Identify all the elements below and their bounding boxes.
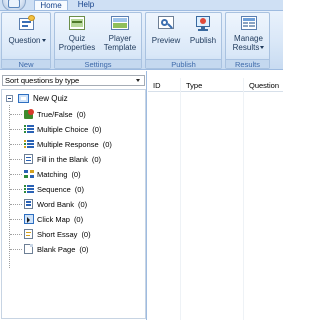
publish-button-label: Publish	[189, 36, 217, 45]
sort-questions-select[interactable]: Sort questions by type	[2, 75, 145, 86]
manage-results-button[interactable]: Manage Results	[227, 15, 270, 52]
word-bank-icon	[24, 199, 34, 209]
tree-item-count: (0)	[76, 110, 86, 119]
ribbon-group-results: Manage Results Results	[225, 12, 270, 69]
app-menu-icon	[8, 0, 20, 8]
question-button[interactable]: Question	[3, 15, 51, 45]
quiz-properties-label-line2: Properties	[58, 43, 96, 52]
quiz-properties-label-line1: Quiz	[68, 34, 86, 43]
tree-item-count: (0)	[79, 245, 89, 254]
player-template-icon	[111, 15, 129, 32]
tree-item-click-map[interactable]: Click Map (0)	[10, 214, 140, 225]
tree-item-label: Matching	[37, 170, 68, 179]
multiple-choice-icon	[24, 124, 34, 134]
collapse-icon[interactable]	[6, 95, 13, 102]
tree-item-blank-page[interactable]: Blank Page (0)	[10, 244, 140, 255]
tree-item-label: Sequence	[37, 185, 71, 194]
tree-root-label: New Quiz	[33, 94, 68, 103]
group-label-results: Results	[226, 59, 269, 69]
player-template-label-line2: Template	[103, 43, 137, 52]
multiple-response-icon	[24, 139, 34, 149]
manage-results-icon	[240, 15, 258, 32]
quiz-properties-icon	[68, 15, 86, 32]
tree-item-label: Fill in the Blank	[37, 155, 88, 164]
question-tree-pane: Sort questions by type New Quiz True/Fal…	[0, 71, 147, 320]
question-button-label: Question	[8, 36, 41, 45]
column-header-type[interactable]: Type	[186, 81, 202, 90]
player-template-label-line1: Player	[108, 34, 132, 43]
publish-icon	[194, 15, 212, 32]
group-label-new: New	[2, 59, 50, 69]
tree-item-label: Word Bank	[37, 200, 74, 209]
tree-item-label: Multiple Choice	[37, 125, 89, 134]
tree-item-label: True/False	[37, 110, 73, 119]
publish-button[interactable]: Publish	[185, 15, 221, 45]
matching-icon	[24, 169, 34, 179]
group-label-settings: Settings	[55, 59, 141, 69]
column-header-id[interactable]: ID	[153, 81, 161, 90]
tree-item-label: Multiple Response	[37, 140, 99, 149]
tree-item-label: Short Essay	[37, 230, 78, 239]
ribbon: Question New Quiz Properties Player Templa…	[0, 10, 283, 70]
question-list: ID Type Question	[148, 71, 283, 320]
click-map-icon	[24, 214, 34, 224]
tree-item-fill-in-the-blank[interactable]: Fill in the Blank (0)	[10, 154, 140, 165]
ribbon-group-publish: Preview Publish Publish	[145, 12, 222, 69]
column-header-question[interactable]: Question	[249, 81, 279, 90]
tree-item-count: (0)	[73, 215, 84, 224]
quiz-properties-button[interactable]: Quiz Properties	[57, 15, 97, 52]
tree-item-count: (0)	[92, 125, 102, 134]
question-list-header: ID Type Question	[148, 78, 283, 92]
tree-item-label: Blank Page	[37, 245, 76, 254]
blank-page-icon	[24, 244, 34, 254]
short-essay-icon	[24, 229, 34, 239]
manage-results-label-line2: Results	[232, 43, 260, 52]
column-divider	[180, 78, 181, 320]
tree-item-count: (0)	[77, 200, 88, 209]
tree-item-count: (0)	[81, 230, 91, 239]
chevron-down-icon[interactable]	[134, 76, 143, 85]
true-false-icon	[24, 109, 34, 119]
fill-blank-icon	[24, 154, 34, 164]
quiz-icon	[18, 94, 29, 103]
player-template-button[interactable]: Player Template	[99, 15, 141, 52]
tree-item-count: (0)	[74, 185, 84, 194]
tree-item-true-false[interactable]: True/False (0)	[10, 109, 140, 120]
column-divider	[243, 78, 244, 320]
tree-item-word-bank[interactable]: Word Bank (0)	[10, 199, 140, 210]
ribbon-group-new: Question New	[1, 12, 51, 69]
tree-item-multiple-choice[interactable]: Multiple Choice (0)	[10, 124, 140, 135]
preview-button[interactable]: Preview	[148, 15, 184, 45]
tree-item-label: Click Map	[37, 215, 70, 224]
sequence-icon	[24, 184, 34, 194]
chevron-down-icon	[41, 39, 46, 43]
manage-results-label-line1: Manage	[234, 34, 263, 43]
tree-item-multiple-response[interactable]: Multiple Response (0)	[10, 139, 140, 150]
question-icon	[18, 15, 36, 32]
tree-item-count: (0)	[102, 140, 112, 149]
group-label-publish: Publish	[146, 59, 221, 69]
question-tree: New Quiz True/False (0) Multiple Choice (0…	[1, 89, 146, 319]
tree-item-matching[interactable]: Matching (0)	[10, 169, 140, 180]
preview-button-label: Preview	[151, 36, 181, 45]
preview-icon	[157, 15, 175, 32]
tree-item-short-essay[interactable]: Short Essay (0)	[10, 229, 140, 240]
chevron-down-icon	[260, 46, 265, 50]
tree-item-sequence[interactable]: Sequence (0)	[10, 184, 140, 195]
sort-select-value: Sort questions by type	[5, 76, 80, 85]
tree-item-count: (0)	[91, 155, 102, 164]
ribbon-group-settings: Quiz Properties Player Template Settings	[54, 12, 142, 69]
tree-item-count: (0)	[71, 170, 81, 179]
